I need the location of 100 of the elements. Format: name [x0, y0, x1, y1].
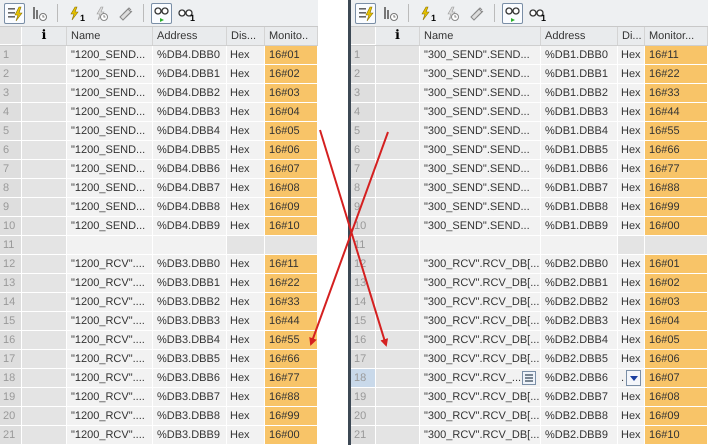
table-cell: "1200_SEND... — [67, 141, 153, 160]
monitor-value: 16#07 — [645, 369, 708, 388]
row-number: 7 — [351, 160, 376, 179]
list-icon[interactable] — [522, 371, 536, 385]
column-header[interactable]: i — [22, 27, 67, 45]
monitor-value: 16#05 — [265, 122, 318, 141]
info-cell — [376, 426, 420, 445]
row-number: 20 — [351, 407, 376, 426]
row-number: 7 — [0, 160, 22, 179]
toolbar-button[interactable]: 1 — [527, 2, 548, 24]
monitor-value: 16#44 — [265, 312, 318, 331]
row-number: 14 — [351, 293, 376, 312]
toolbar-button[interactable]: 1 — [176, 2, 197, 24]
list-clock-icon — [31, 4, 48, 22]
monitor-value: 16#09 — [645, 407, 708, 426]
table-cell: Hex — [618, 217, 645, 236]
info-cell — [22, 369, 67, 388]
info-cell — [22, 217, 67, 236]
table-cell: Hex — [618, 407, 645, 426]
monitor-value: 16#02 — [265, 65, 318, 84]
table-cell: Hex — [227, 198, 265, 217]
table-cell: "300_SEND".SEND... — [420, 141, 541, 160]
table-cell: Hex — [618, 312, 645, 331]
monitor-value: 16#08 — [645, 388, 708, 407]
toolbar-button[interactable]: 1 — [65, 2, 86, 24]
info-cell — [376, 217, 420, 236]
row-number: 16 — [351, 331, 376, 350]
info-cell — [22, 84, 67, 103]
column-header[interactable]: i — [376, 27, 420, 45]
table-cell: "300_SEND".SEND... — [420, 179, 541, 198]
info-cell — [376, 84, 420, 103]
table-cell: Hex — [618, 141, 645, 160]
table-cell: "1200_SEND... — [67, 84, 153, 103]
info-cell — [22, 160, 67, 179]
column-header[interactable]: Name — [420, 27, 541, 45]
info-cell — [22, 103, 67, 122]
table-cell: "1200_RCV".... — [67, 350, 153, 369]
toolbar-button[interactable] — [4, 2, 25, 24]
table-cell: "1200_SEND... — [67, 179, 153, 198]
toolbar-button[interactable] — [502, 2, 523, 24]
table-cell: Hex — [227, 217, 265, 236]
info-cell — [22, 198, 67, 217]
row-number: 11 — [0, 236, 22, 255]
table-cell: Hex — [227, 293, 265, 312]
info-cell — [22, 312, 67, 331]
info-cell — [22, 65, 67, 84]
row-number: 3 — [0, 84, 22, 103]
table-cell: Hex — [618, 179, 645, 198]
table-cell: %DB4.DBB8 — [153, 198, 227, 217]
table-cell: %DB2.DBB9 — [541, 426, 618, 445]
monitor-value: 16#10 — [645, 426, 708, 445]
row-number: 3 — [351, 84, 376, 103]
monitor-value: 16#55 — [265, 331, 318, 350]
glasses-icon — [153, 4, 170, 22]
monitor-value: 16#99 — [645, 198, 708, 217]
column-header[interactable]: Address — [153, 27, 227, 45]
monitor-value: 16#09 — [265, 198, 318, 217]
monitor-value: 16#66 — [265, 350, 318, 369]
monitor-value: 16#05 — [645, 331, 708, 350]
info-cell — [22, 255, 67, 274]
column-header[interactable]: Monitor... — [645, 27, 708, 45]
monitor-value: 16#11 — [265, 255, 318, 274]
info-cell — [376, 141, 420, 160]
table-cell: Hex — [227, 84, 265, 103]
toolbar-button[interactable] — [355, 2, 376, 24]
glasses-icon — [504, 4, 521, 22]
table-cell: Hex — [227, 122, 265, 141]
info-cell — [376, 179, 420, 198]
column-header[interactable]: Address — [541, 27, 618, 45]
column-header[interactable]: Name — [67, 27, 153, 45]
row-number: 2 — [0, 65, 22, 84]
monitor-value: 16#08 — [265, 179, 318, 198]
table-cell: %DB4.DBB1 — [153, 65, 227, 84]
table-cell: %DB4.DBB7 — [153, 179, 227, 198]
table-cell: Hex — [618, 122, 645, 141]
table-cell: "1200_RCV".... — [67, 369, 153, 388]
table-cell: "1200_RCV".... — [67, 274, 153, 293]
table-cell: %DB1.DBB1 — [541, 65, 618, 84]
table-cell: %DB2.DBB6 — [541, 369, 618, 388]
table-cell: "1200_SEND... — [67, 65, 153, 84]
info-cell — [22, 407, 67, 426]
table-cell: "1200_RCV".... — [67, 407, 153, 426]
table-cell: Hex — [227, 65, 265, 84]
column-header[interactable]: Di... — [618, 27, 645, 45]
row-number: 18 — [351, 369, 376, 388]
table-cell: "300_RCV".RCV_DB[... — [420, 293, 541, 312]
row-number: 8 — [0, 179, 22, 198]
toolbar-button[interactable] — [151, 2, 172, 24]
monitor-value: 16#04 — [265, 103, 318, 122]
column-header[interactable]: Dis... — [227, 27, 265, 45]
table-cell: Hex — [227, 160, 265, 179]
monitor-value: 16#03 — [265, 84, 318, 103]
row-number: 1 — [0, 46, 22, 65]
row-number: 6 — [0, 141, 22, 160]
toolbar-button[interactable]: 1 — [416, 2, 437, 24]
table-cell: "300_RCV".RCV_DB[... — [420, 312, 541, 331]
info-cell — [376, 65, 420, 84]
table-cell: %DB1.DBB4 — [541, 122, 618, 141]
monitor-value: 16#00 — [265, 426, 318, 445]
dropdown-icon[interactable] — [626, 370, 641, 386]
